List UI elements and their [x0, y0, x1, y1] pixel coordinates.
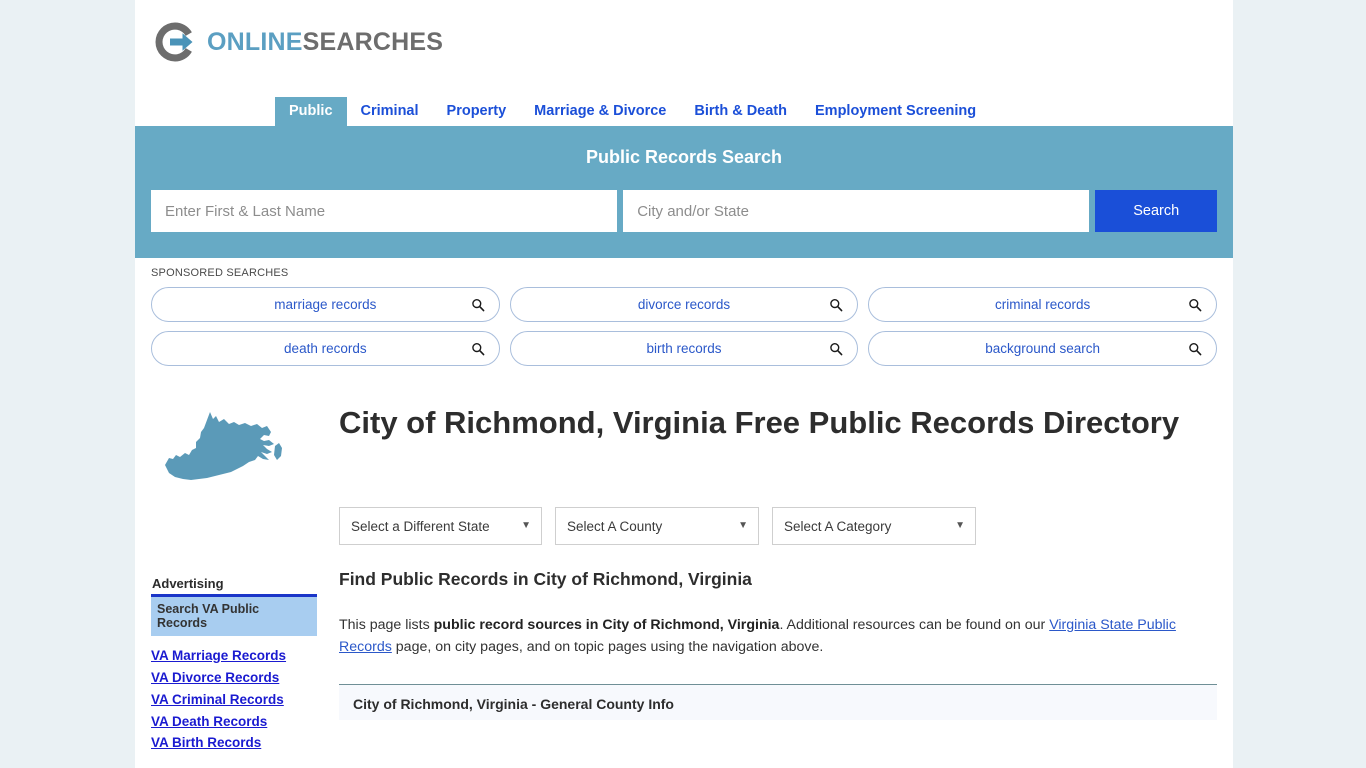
select-state-label: Select a Different State: [351, 518, 490, 534]
sidebar-link-va-death-records[interactable]: VA Death Records: [151, 714, 317, 730]
logo-searches: SEARCHES: [302, 27, 444, 56]
sponsored-searches: SPONSORED SEARCHES marriage records divo…: [135, 258, 1233, 378]
nav-item-birth-death[interactable]: Birth & Death: [680, 97, 801, 127]
location-search-input[interactable]: [623, 190, 1090, 232]
chevron-down-icon: ▼: [521, 520, 531, 531]
search-icon: [830, 342, 843, 355]
circle-arrow-icon: [155, 22, 193, 62]
select-county[interactable]: Select A County ▼: [555, 507, 759, 545]
search-band-title: Public Records Search: [585, 147, 783, 167]
site-logo-text: ONLINESEARCHES: [207, 27, 444, 56]
select-county-label: Select A County: [567, 518, 663, 534]
sponsored-pill-divorce-records[interactable]: divorce records: [509, 287, 859, 322]
page-title: City of Richmond, Virginia Free Public R…: [339, 405, 1180, 440]
sponsored-pill-label: criminal records: [995, 297, 1091, 312]
name-search-input[interactable]: [151, 190, 618, 232]
search-icon: [471, 342, 485, 355]
sponsored-pill-label: divorce records: [637, 297, 731, 312]
select-state[interactable]: Select a Different State ▼: [339, 507, 542, 545]
sponsored-label: SPONSORED SEARCHES: [151, 267, 289, 279]
page-root: ONLINESEARCHES Public Criminal Property …: [0, 0, 1366, 768]
sidebar-link-va-criminal-records[interactable]: VA Criminal Records: [151, 692, 317, 708]
sponsored-pill-label: death records: [284, 341, 367, 356]
body-columns: Advertising Search VA Public Records VA …: [135, 490, 1233, 751]
search-icon: [830, 298, 843, 311]
intro-bold: public record sources in City of Richmon…: [433, 617, 780, 633]
advertising-heading: Advertising: [152, 576, 224, 591]
chevron-down-icon: ▼: [738, 520, 748, 531]
intro-part2: . Additional resources can be found on o…: [779, 617, 1050, 633]
search-button[interactable]: Search: [1095, 190, 1217, 232]
sidebar-link-va-divorce-records[interactable]: VA Divorce Records: [151, 670, 317, 686]
logo-online: ONLINE: [207, 27, 303, 56]
page-title-block: City of Richmond, Virginia Free Public R…: [135, 378, 1233, 490]
nav-item-marriage-divorce[interactable]: Marriage & Divorce: [520, 97, 680, 127]
general-county-info-heading: City of Richmond, Virginia - General Cou…: [339, 685, 1217, 720]
nav-item-employment-screening[interactable]: Employment Screening: [801, 97, 990, 127]
main-nav: Public Criminal Property Marriage & Divo…: [135, 84, 1233, 126]
select-category[interactable]: Select A Category ▼: [772, 507, 976, 545]
virginia-state-map-icon: [165, 412, 282, 480]
search-form: Search: [151, 190, 1217, 232]
sidebar-links: VA Marriage Records VA Divorce Records V…: [151, 636, 317, 751]
intro-paragraph: This page lists public record sources in…: [339, 614, 1217, 658]
main-content: Select a Different State ▼ Select A Coun…: [317, 490, 1217, 751]
search-icon: [1189, 342, 1202, 355]
sponsored-pill-label: background search: [985, 341, 1101, 356]
nav-item-property[interactable]: Property: [433, 97, 521, 127]
sidebar-link-va-birth-records[interactable]: VA Birth Records: [151, 736, 317, 751]
sponsored-pill-label: birth records: [646, 341, 722, 356]
sponsored-pill-death-records[interactable]: death records: [151, 331, 500, 366]
filter-selects: Select a Different State ▼ Select A Coun…: [339, 490, 1217, 569]
sponsored-pill-grid: marriage records divorce records crimina…: [151, 287, 1217, 366]
chevron-down-icon: ▼: [955, 520, 965, 531]
nav-item-criminal[interactable]: Criminal: [347, 97, 433, 127]
sponsored-pill-label: marriage records: [274, 297, 377, 312]
sponsored-pill-background-search[interactable]: background search: [868, 331, 1217, 366]
search-icon: [1189, 298, 1202, 311]
sponsored-pill-criminal-records[interactable]: criminal records: [868, 287, 1217, 322]
section-heading: Find Public Records in City of Richmond,…: [339, 569, 752, 589]
sidebar: Advertising Search VA Public Records VA …: [151, 490, 317, 751]
sponsored-pill-marriage-records[interactable]: marriage records: [151, 287, 500, 322]
state-map-container: [151, 396, 301, 490]
search-va-public-records-ad[interactable]: Search VA Public Records: [151, 597, 317, 636]
nav-item-public[interactable]: Public: [275, 96, 347, 126]
sponsored-pill-birth-records[interactable]: birth records: [509, 331, 859, 366]
sidebar-link-va-marriage-records[interactable]: VA Marriage Records: [151, 648, 317, 664]
intro-part3: page, on city pages, and on topic pages …: [391, 639, 824, 655]
select-category-label: Select A Category: [784, 518, 892, 534]
search-band: Public Records Search Search: [135, 126, 1233, 258]
site-header: ONLINESEARCHES: [135, 0, 1233, 84]
search-icon: [471, 298, 485, 311]
intro-part1: This page lists: [339, 617, 434, 633]
site-container: ONLINESEARCHES Public Criminal Property …: [135, 0, 1233, 768]
